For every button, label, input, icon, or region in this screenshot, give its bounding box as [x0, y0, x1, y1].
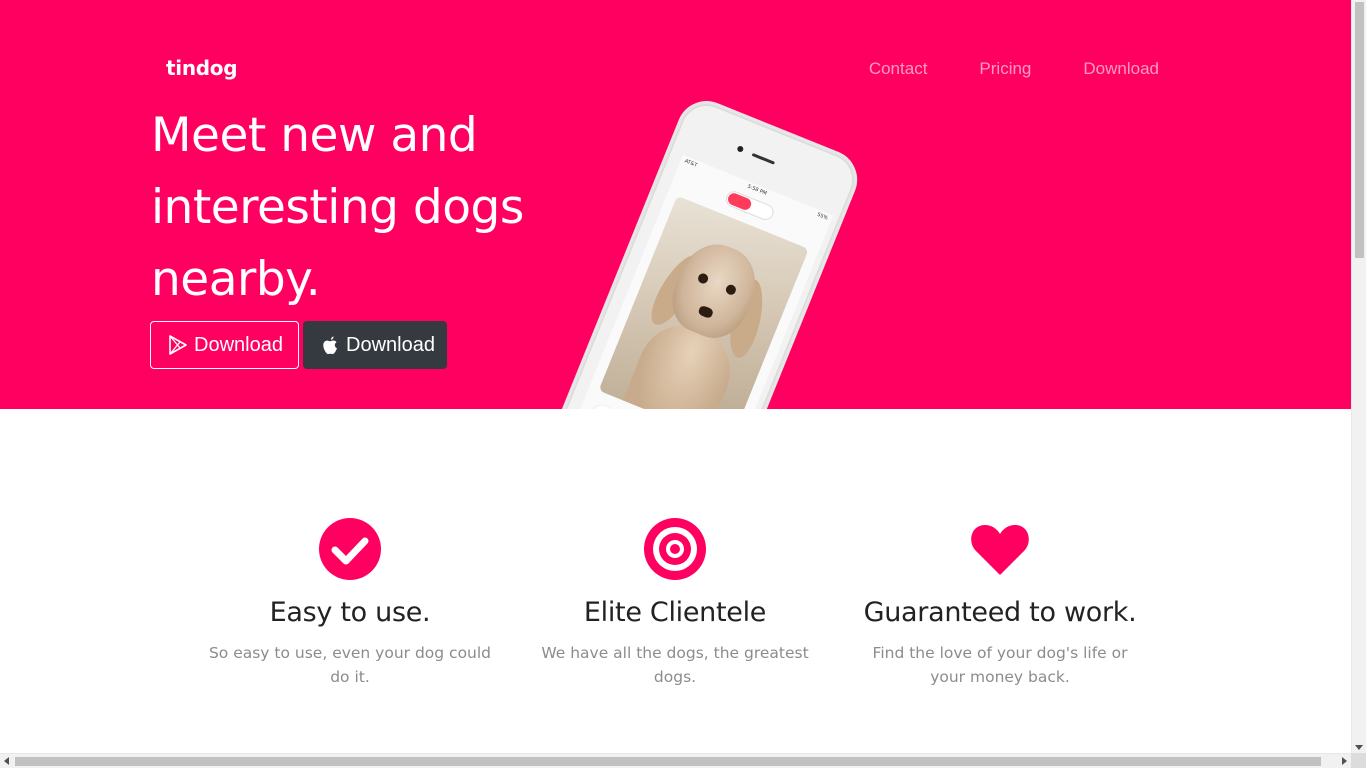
- hero-headline: Meet new and interesting dogs nearby.: [151, 108, 524, 307]
- app-store-download-button[interactable]: Download: [303, 321, 447, 369]
- feature-elite-clientele: Elite Clientele We have all the dogs, th…: [525, 517, 825, 689]
- check-circle-icon: [319, 518, 381, 580]
- status-battery: 55%: [816, 211, 829, 222]
- page-viewport: tindog Contact Pricing Download Meet new…: [0, 0, 1351, 753]
- brand-logo[interactable]: tindog: [166, 56, 238, 80]
- vertical-scrollbar[interactable]: [1351, 0, 1366, 753]
- google-play-download-button[interactable]: Download: [150, 321, 299, 369]
- status-carrier: AT&T: [683, 158, 698, 169]
- scroll-left-arrow-icon[interactable]: [4, 757, 9, 765]
- apple-icon: [320, 334, 340, 356]
- phone-camera: [736, 145, 745, 153]
- horizontal-scrollbar[interactable]: [0, 753, 1351, 768]
- nav-link-download[interactable]: Download: [1083, 58, 1159, 80]
- hero-section: tindog Contact Pricing Download Meet new…: [0, 0, 1351, 409]
- feature-easy-to-use: Easy to use. So easy to use, even your d…: [200, 517, 500, 689]
- status-time: 5:58 PM: [746, 183, 768, 197]
- feature-title: Easy to use.: [269, 597, 431, 628]
- scroll-down-arrow-icon[interactable]: [1355, 745, 1363, 750]
- vertical-scrollbar-thumb[interactable]: [1355, 2, 1364, 258]
- features-section: Easy to use. So easy to use, even your d…: [0, 409, 1351, 753]
- heart-icon: [971, 525, 1029, 575]
- feature-text: We have all the dogs, the greatest dogs.: [541, 644, 809, 686]
- nav-link-contact[interactable]: Contact: [869, 58, 928, 80]
- app-store-download-label: Download: [346, 333, 435, 356]
- feature-text: So easy to use, even your dog could do i…: [208, 644, 492, 686]
- bullseye-icon: [644, 518, 706, 580]
- main-nav: Contact Pricing Download: [817, 58, 1159, 80]
- feature-title: Elite Clientele: [583, 597, 767, 628]
- feature-title: Guaranteed to work.: [863, 597, 1137, 628]
- feature-text: Find the love of your dog's life or your…: [872, 644, 1128, 686]
- google-play-download-label: Download: [194, 333, 283, 356]
- scroll-right-arrow-icon[interactable]: [1342, 757, 1347, 765]
- phone-speaker: [751, 152, 775, 165]
- horizontal-scrollbar-thumb[interactable]: [15, 757, 1321, 766]
- scrollbar-corner: [1351, 753, 1366, 768]
- google-play-icon: [168, 334, 188, 356]
- dog-photo: [598, 195, 809, 409]
- feature-guaranteed: Guaranteed to work. Find the love of you…: [850, 517, 1150, 689]
- nav-link-pricing[interactable]: Pricing: [979, 58, 1031, 80]
- rewind-icon: ↻: [587, 402, 617, 409]
